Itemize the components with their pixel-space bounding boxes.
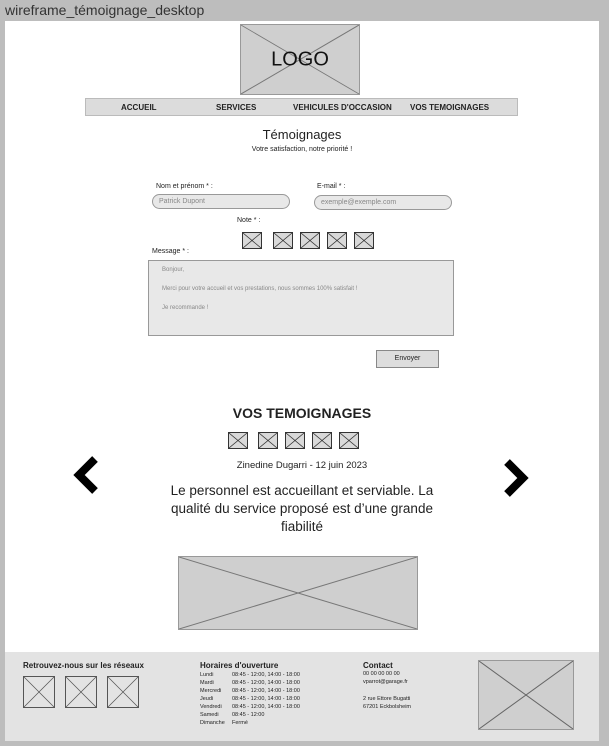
rating-star-5[interactable] xyxy=(354,232,374,249)
social-icon-1[interactable] xyxy=(23,676,55,708)
logo-placeholder[interactable]: LOGO xyxy=(240,24,360,95)
hours-day: Dimanche xyxy=(200,720,225,726)
hours-time: 08:45 - 12:00, 14:00 - 18:00 xyxy=(232,696,300,702)
contact-address-line-1: 2 rue Ettore Bugatti xyxy=(363,696,411,702)
rating-star-3[interactable] xyxy=(300,232,320,249)
rating-star-2[interactable] xyxy=(273,232,293,249)
hours-time: Fermé xyxy=(232,720,248,726)
hours-time: 08:45 - 12:00, 14:00 - 18:00 xyxy=(232,704,300,710)
hours-day: Mardi xyxy=(200,680,214,686)
message-line-3: Je recommande ! xyxy=(162,305,209,311)
hours-day: Mercredi xyxy=(200,688,222,694)
hours-day: Vendredi xyxy=(200,704,222,710)
main-nav: ACCUEIL SERVICES VEHICULES D'OCCASION VO… xyxy=(85,98,518,116)
contact-phone: 00 00 00 00 00 xyxy=(363,671,400,677)
testimonial-image-placeholder xyxy=(178,556,418,630)
window-title: wireframe_témoignage_desktop xyxy=(5,2,205,18)
testimonials-title: VOS TEMOIGNAGES xyxy=(232,405,372,421)
footer-social-title: Retrouvez-nous sur les réseaux xyxy=(23,661,144,670)
map-placeholder xyxy=(478,660,574,730)
contact-email[interactable]: vparrot@garage.fr xyxy=(363,679,408,687)
message-textarea[interactable]: Bonjour, Merci pour votre accueil et vos… xyxy=(148,260,454,336)
form-subtitle: Votre satisfaction, notre priorité ! xyxy=(251,146,353,153)
testimonial-star-4 xyxy=(312,432,332,449)
hours-day: Lundi xyxy=(200,672,214,678)
message-line-2: Merci pour votre accueil et vos prestati… xyxy=(162,286,358,292)
hours-time: 08:45 - 12:00, 14:00 - 18:00 xyxy=(232,680,300,686)
chevron-right-icon[interactable] xyxy=(501,459,529,497)
hours-time: 08:45 - 12:00, 14:00 - 18:00 xyxy=(232,688,300,694)
social-icon-2[interactable] xyxy=(65,676,97,708)
message-label: Message * : xyxy=(152,248,189,255)
rating-star-4[interactable] xyxy=(327,232,347,249)
logo-text: LOGO xyxy=(271,48,329,70)
social-icon-3[interactable] xyxy=(107,676,139,708)
nav-item-temoignages[interactable]: VOS TEMOIGNAGES xyxy=(410,103,489,112)
testimonial-star-1 xyxy=(228,432,248,449)
nav-item-services[interactable]: SERVICES xyxy=(216,103,256,112)
chevron-left-icon[interactable] xyxy=(73,456,101,494)
hours-day: Jeudi xyxy=(200,696,214,702)
rating-label: Note * : xyxy=(237,217,261,224)
name-field[interactable]: Patrick Dupont xyxy=(152,194,290,209)
form-title: Témoignages xyxy=(262,127,342,142)
message-line-1: Bonjour, xyxy=(162,267,185,273)
email-label: E-mail * : xyxy=(317,183,346,190)
nav-item-accueil[interactable]: ACCUEIL xyxy=(121,103,157,112)
hours-day: Samedi xyxy=(200,712,219,718)
footer-hours-title: Horaires d'ouverture xyxy=(200,661,279,670)
testimonial-star-2 xyxy=(258,432,278,449)
testimonial-star-5 xyxy=(339,432,359,449)
nav-item-vehicules[interactable]: VEHICULES D'OCCASION xyxy=(293,103,392,112)
testimonial-star-3 xyxy=(285,432,305,449)
rating-star-1[interactable] xyxy=(242,232,262,249)
testimonial-quote: Le personnel est accueillant et serviabl… xyxy=(170,483,434,534)
email-field[interactable]: exemple@exemple.com xyxy=(314,195,452,210)
name-label: Nom et prénom * : xyxy=(156,183,213,190)
footer-contact-title: Contact xyxy=(363,661,393,670)
hours-time: 08:45 - 12:00 xyxy=(232,712,265,718)
contact-address-line-2: 67201 Eckbolsheim xyxy=(363,704,412,710)
submit-button[interactable]: Envoyer xyxy=(376,350,439,368)
hours-time: 08:45 - 12:00, 14:00 - 18:00 xyxy=(232,672,300,678)
footer: Retrouvez-nous sur les réseaux Horaires … xyxy=(5,652,599,741)
page: LOGO ACCUEIL SERVICES VEHICULES D'OCCASI… xyxy=(5,21,599,741)
